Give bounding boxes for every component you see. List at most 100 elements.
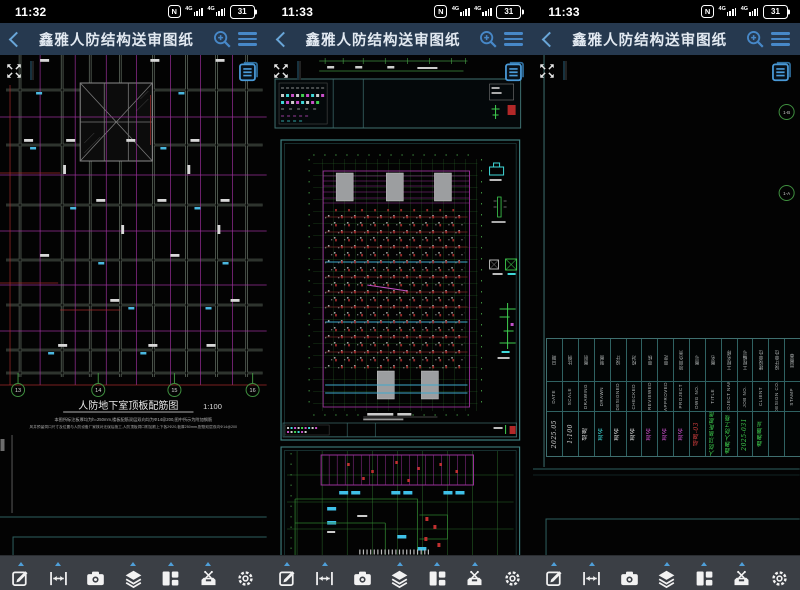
layers-button[interactable] — [118, 556, 148, 590]
measure-button[interactable] — [43, 556, 73, 590]
edit-button[interactable] — [272, 556, 302, 590]
layers-icon — [389, 568, 410, 589]
svg-text:本图所标注板厚均为h=250mm,楼板配筋双层双向均为Φ14: 本图所标注板厚均为h=250mm,楼板配筋双层双向均为Φ14@200,图中所示为… — [54, 416, 212, 423]
nfc-icon: N — [701, 5, 714, 18]
signal-icon: 4G — [185, 8, 203, 16]
gear-icon — [235, 568, 256, 589]
settings-button[interactable] — [498, 556, 528, 590]
sheet-caption: 人防地下室顶板配筋图 1:100 本图所标注板厚均为h=250mm,楼板配筋双层… — [30, 399, 238, 429]
signal-icon: 4G — [719, 8, 737, 16]
fullscreen-icon[interactable] — [538, 62, 556, 80]
settings-button[interactable] — [231, 556, 261, 590]
sheet-list-icon[interactable] — [769, 59, 794, 84]
cad-drawing-roof-plan[interactable]: 13 14 15 16 人防地下室顶板配筋图 1:100 本图所标注板厚均为h=… — [0, 55, 267, 555]
fullscreen-icon[interactable] — [272, 62, 290, 80]
signal-icon: 4G — [741, 8, 759, 16]
titleblock-column: 日期DATE2025.05 — [547, 339, 563, 456]
layout-button[interactable] — [689, 556, 719, 590]
svg-text:人防地下室顶板配筋图: 人防地下室顶板配筋图 — [78, 399, 178, 412]
page-title: 鑫雅人防结构送审图纸 — [560, 29, 739, 50]
status-bar: 11:33 N 4G 4G 31 — [267, 0, 534, 23]
edit-button[interactable] — [6, 556, 36, 590]
caret-up-icon — [472, 562, 478, 566]
titleblock-column: 制图DRAWN签名 — [595, 339, 611, 456]
measure-button[interactable] — [577, 556, 607, 590]
battery-icon: 31 — [496, 5, 521, 19]
toolbox-icon — [731, 568, 752, 589]
cad-drawing-titleblock-sheet[interactable]: 1-B 1-A — [533, 55, 800, 555]
search-zoom-icon[interactable] — [211, 28, 233, 50]
camera-icon — [85, 568, 106, 589]
svg-text:风井预留洞口尺寸及位置与人防设备厂家核对无误后施工,人防顶板: 风井预留洞口尺寸及位置与人防设备厂家核对无误后施工,人防顶板洞口附加筋上下各2Φ… — [30, 424, 238, 429]
toolbox-button[interactable] — [727, 556, 757, 590]
cad-drawing-sheet-overview[interactable] — [267, 55, 534, 555]
layout-icon — [160, 568, 181, 589]
edit-button[interactable] — [539, 556, 569, 590]
search-zoom-icon[interactable] — [744, 28, 766, 50]
second-sheet — [281, 447, 520, 555]
layers-button[interactable] — [385, 556, 415, 590]
menu-icon[interactable] — [504, 32, 523, 46]
signal-icon: 4G — [207, 8, 225, 16]
layout-icon — [427, 568, 448, 589]
layout-button[interactable] — [156, 556, 186, 590]
view-indicator-bars — [563, 62, 583, 80]
bottom-toolbar — [0, 555, 267, 590]
menu-icon[interactable] — [238, 32, 257, 46]
title-bar: 鑫雅人防结构送审图纸 — [267, 23, 534, 55]
layers-button[interactable] — [652, 556, 682, 590]
title-bar: 鑫雅人防结构送审图纸 — [0, 23, 267, 55]
photo-button[interactable] — [81, 556, 111, 590]
clock: 11:33 — [548, 5, 580, 19]
toolbox-button[interactable] — [460, 556, 490, 590]
cad-viewport-1[interactable]: 13 14 15 16 人防地下室顶板配筋图 1:100 本图所标注板厚均为h=… — [0, 55, 267, 555]
measure-button[interactable] — [310, 556, 340, 590]
back-icon[interactable] — [542, 31, 558, 47]
caret-up-icon — [18, 562, 24, 566]
fullscreen-icon[interactable] — [5, 62, 23, 80]
titleblock-column: 建设单位CLIENT鑫雅置业 — [753, 339, 769, 456]
title-bar: 鑫雅人防结构送审图纸 — [533, 23, 800, 55]
edit-icon — [544, 568, 565, 589]
menu-icon[interactable] — [771, 32, 790, 46]
svg-text:1-A: 1-A — [783, 191, 790, 196]
pile-grid-plan — [309, 155, 481, 415]
cad-viewport-3[interactable]: 1-B 1-A 日期DATE2025.05 比例SCALE1:100 图别DRA… — [533, 55, 800, 555]
titleblock-column: 设计单位DESIGN CO. — [769, 339, 785, 456]
settings-button[interactable] — [764, 556, 794, 590]
titleblock-column: 图别DRAWING结施 — [579, 339, 595, 456]
cad-viewport-2[interactable] — [267, 55, 534, 555]
upper-titleblock-strip — [275, 79, 521, 128]
titleblock-column: 工程名称PROJECT NAME鑫雅人防工程 — [722, 339, 738, 456]
sheet-list-icon[interactable] — [236, 59, 261, 84]
edit-icon — [277, 568, 298, 589]
lower-sheet-edges — [533, 469, 800, 555]
signal-icon: 4G — [452, 8, 470, 16]
search-zoom-icon[interactable] — [477, 28, 499, 50]
titleblock-column: 图名TITLE人防顶板配筋图 — [706, 339, 722, 456]
caret-up-icon — [589, 562, 595, 566]
photo-button[interactable] — [347, 556, 377, 590]
gear-icon — [502, 568, 523, 589]
toolbox-button[interactable] — [193, 556, 223, 590]
lower-titleblock-strip — [283, 423, 517, 437]
detail-callouts-right — [489, 163, 516, 359]
svg-text:14: 14 — [95, 388, 101, 394]
signal-icon: 4G — [474, 8, 492, 16]
sheet-list-icon[interactable] — [502, 59, 527, 84]
caret-up-icon — [551, 562, 557, 566]
panel-3: 11:33 N 4G 4G 31 鑫雅人防结构送审图纸 1-B 1-A — [533, 0, 800, 590]
titleblock-column: 图号DWG NO.结施-03 — [690, 339, 706, 456]
status-bar: 11:33 N 4G 4G 31 — [533, 0, 800, 23]
caret-up-icon — [55, 562, 61, 566]
photo-button[interactable] — [614, 556, 644, 590]
toolbox-icon — [464, 568, 485, 589]
back-icon[interactable] — [9, 31, 25, 47]
caret-up-icon — [397, 562, 403, 566]
layout-button[interactable] — [422, 556, 452, 590]
back-icon[interactable] — [275, 31, 291, 47]
status-bar: 11:32 N 4G 4G 31 — [0, 0, 267, 23]
stairwell — [80, 83, 152, 161]
bottom-toolbar — [267, 555, 534, 590]
layout-icon — [694, 568, 715, 589]
